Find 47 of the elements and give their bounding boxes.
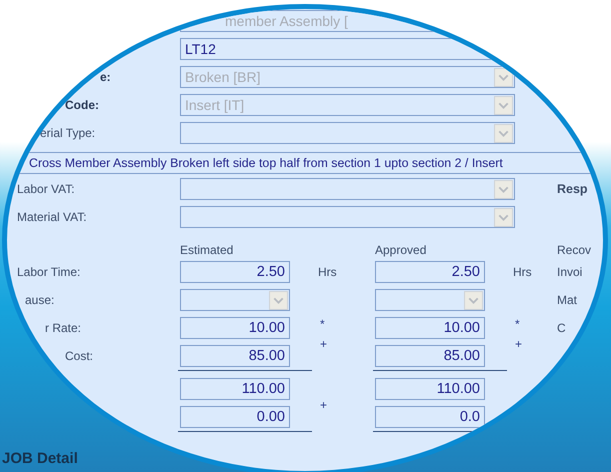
column-header: Approved [375, 243, 428, 257]
unit-label: Hrs [512, 265, 533, 279]
description-text: Cross Member Assembly Broken left side top half from section 1 upto section 2 / Insert [7, 152, 603, 174]
number-field[interactable]: 0.0 [375, 406, 485, 428]
operator-sign: + [514, 337, 524, 351]
dropdown-field[interactable] [375, 289, 485, 311]
number-field[interactable]: 2.50 [375, 261, 485, 283]
field-label: r Rate: [44, 321, 82, 335]
chevron-down-icon [494, 180, 513, 198]
side-label: C [556, 321, 567, 335]
field-label: ause: [24, 293, 56, 307]
side-label: Mat [556, 293, 578, 307]
number-field[interactable]: 85.00 [180, 345, 290, 367]
chevron-down-icon [269, 290, 288, 310]
number-field[interactable]: 10.00 [180, 317, 290, 339]
operator-sign: * [514, 317, 521, 331]
field-label: e: [99, 70, 112, 84]
field-label: Cost: [64, 349, 94, 363]
number-field[interactable]: 0.00 [180, 406, 290, 428]
dropdown-field[interactable] [180, 206, 515, 228]
section-title: JOB Detail [2, 450, 78, 467]
field-label: Labor VAT: [16, 182, 76, 196]
side-label: Recov [556, 243, 592, 257]
unit-label: Hrs [317, 265, 338, 279]
number-field[interactable]: 2.50 [180, 261, 290, 283]
chevron-down-icon [494, 96, 513, 114]
number-field[interactable]: 85.00 [375, 345, 485, 367]
operator-sign: + [319, 337, 328, 351]
number-field[interactable]: 110.00 [375, 378, 485, 400]
chevron-down-icon [494, 68, 513, 86]
dropdown-field[interactable] [180, 178, 515, 200]
field-label: erial Type: [39, 126, 96, 140]
field-label: Material VAT: [16, 210, 88, 224]
operator-sign: + [319, 398, 328, 412]
dropdown-field[interactable] [180, 122, 515, 144]
chevron-down-icon [494, 124, 513, 142]
chevron-down-icon [464, 290, 483, 310]
dropdown-field[interactable] [180, 289, 290, 311]
column-header: Estimated [180, 243, 234, 257]
side-label: Invoi [556, 265, 584, 279]
operator-sign: * [319, 317, 326, 331]
number-field[interactable]: 110.00 [180, 378, 290, 400]
field-label: Labor Time: [16, 265, 82, 279]
side-label: Resp [556, 182, 589, 196]
field-label: Code: [64, 98, 100, 112]
number-field[interactable]: 10.00 [375, 317, 485, 339]
chevron-down-icon [494, 208, 513, 226]
